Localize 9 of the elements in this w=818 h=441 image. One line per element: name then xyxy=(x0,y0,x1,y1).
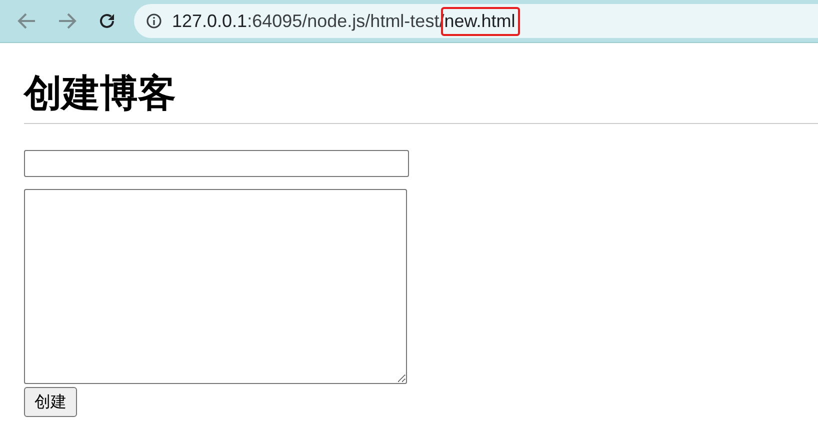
page-heading: 创建博客 xyxy=(24,70,176,117)
title-input-field[interactable] xyxy=(24,150,409,177)
reload-icon xyxy=(98,12,116,30)
info-icon xyxy=(146,13,162,29)
highlighted-url-part: new.html xyxy=(441,6,520,36)
back-arrow-icon xyxy=(17,12,37,30)
url-host: 127.0.0.1 xyxy=(172,10,248,32)
forward-arrow-icon xyxy=(57,12,77,30)
create-button[interactable]: 创建 xyxy=(24,387,77,417)
